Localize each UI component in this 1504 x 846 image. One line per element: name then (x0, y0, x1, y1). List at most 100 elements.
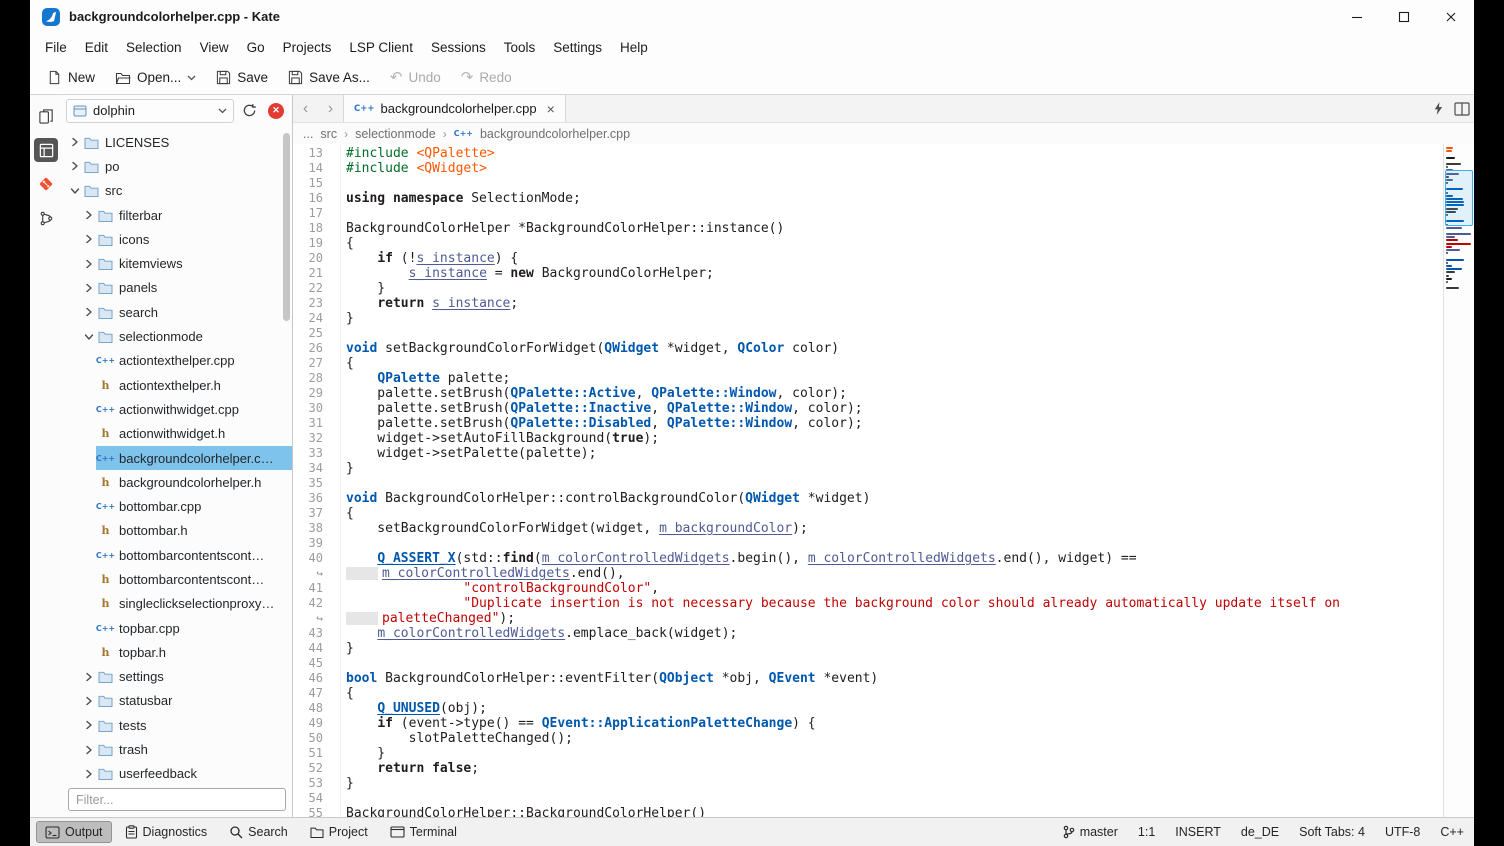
code-line-32[interactable]: 32 widget->setAutoFillBackground(true); (293, 431, 1443, 446)
menu-settings[interactable]: Settings (544, 37, 611, 58)
code-line-26[interactable]: 26void setBackgroundColorForWidget(QWidg… (293, 341, 1443, 356)
history-back-button[interactable]: ‹ (293, 95, 318, 122)
expand-arrow-icon[interactable] (82, 720, 96, 730)
syntax-mode[interactable]: C++ (1440, 825, 1464, 839)
tree-item-selectionmode[interactable]: selectionmode (62, 324, 292, 348)
tree-item-bottombarcontentscont-[interactable]: C++bottombarcontentscont… (62, 543, 292, 567)
code-line-21[interactable]: 21 s_instance = new BackgroundColorHelpe… (293, 266, 1443, 281)
code-line-53[interactable]: 53} (293, 776, 1443, 791)
code-line-15[interactable]: 15 (293, 176, 1443, 191)
collapse-arrow-icon[interactable] (68, 186, 82, 196)
code-line-20[interactable]: 20 if (!s_instance) { (293, 251, 1443, 266)
code-line-54[interactable]: 54 (293, 791, 1443, 806)
code-line-18[interactable]: 18BackgroundColorHelper *BackgroundColor… (293, 221, 1443, 236)
code-line-25[interactable]: 25 (293, 326, 1443, 341)
tree-item-actiontexthelper-cpp[interactable]: C++actiontexthelper.cpp (62, 349, 292, 373)
menu-selection[interactable]: Selection (117, 37, 191, 58)
menu-help[interactable]: Help (611, 37, 657, 58)
menu-lsp-client[interactable]: LSP Client (340, 37, 422, 58)
code-line-41[interactable]: 41 "controlBackgroundColor", (293, 581, 1443, 596)
projects-tool-button[interactable] (34, 138, 58, 162)
open-button[interactable]: Open... (106, 66, 205, 89)
documents-tool-button[interactable] (34, 104, 58, 128)
code-line-28[interactable]: 28 QPalette palette; (293, 371, 1443, 386)
code-line-36[interactable]: 36void BackgroundColorHelper::controlBac… (293, 491, 1443, 506)
code-line-52[interactable]: 52 return false; (293, 761, 1443, 776)
code-line-30[interactable]: 30 palette.setBrush(QPalette::Inactive, … (293, 401, 1443, 416)
menu-projects[interactable]: Projects (274, 37, 341, 58)
save-as-button[interactable]: Save As... (279, 66, 379, 89)
menu-view[interactable]: View (191, 37, 238, 58)
expand-arrow-icon[interactable] (82, 259, 96, 269)
tree-item-src[interactable]: src (62, 179, 292, 203)
code-line-37[interactable]: 37{ (293, 506, 1443, 521)
menu-go[interactable]: Go (238, 37, 274, 58)
panel-button-search[interactable]: Search (220, 821, 297, 843)
tree-item-actionwithwidget-h[interactable]: hactionwithwidget.h (62, 422, 292, 446)
close-button[interactable] (1427, 0, 1474, 33)
tree-item-panels[interactable]: panels (62, 276, 292, 300)
code-line-35[interactable]: 35 (293, 476, 1443, 491)
maximize-button[interactable] (1380, 0, 1427, 33)
code-line-33[interactable]: 33 widget->setPalette(palette); (293, 446, 1443, 461)
expand-arrow-icon[interactable] (68, 137, 82, 147)
dictionary[interactable]: de_DE (1241, 825, 1279, 839)
code-line-19[interactable]: 19{ (293, 236, 1443, 251)
code-line-24[interactable]: 24} (293, 311, 1443, 326)
tree-item-po[interactable]: po (62, 154, 292, 178)
panel-button-diagnostics[interactable]: Diagnostics (116, 821, 217, 843)
expand-arrow-icon[interactable] (82, 696, 96, 706)
expand-arrow-icon[interactable] (82, 234, 96, 244)
tree-item-search[interactable]: search (62, 300, 292, 324)
tree-item-filterbar[interactable]: filterbar (62, 203, 292, 227)
tree-item-userfeedback[interactable]: userfeedback (62, 762, 292, 784)
breadcrumb-item-2[interactable]: selectionmode (355, 127, 436, 141)
code-line-46[interactable]: 46bool BackgroundColorHelper::eventFilte… (293, 671, 1443, 686)
code-line-14[interactable]: 14#include <QWidget> (293, 161, 1443, 176)
code-line-27[interactable]: 27{ (293, 356, 1443, 371)
code-line-49[interactable]: 49 if (event->type() == QEvent::Applicat… (293, 716, 1443, 731)
menu-tools[interactable]: Tools (495, 37, 545, 58)
tree-item-topbar-h[interactable]: htopbar.h (62, 640, 292, 664)
code-line-40-wrap[interactable]: ↪m_colorControlledWidgets.end(), (293, 566, 1443, 581)
code-line-48[interactable]: 48 Q_UNUSED(obj); (293, 701, 1443, 716)
panel-button-project[interactable]: Project (301, 821, 377, 843)
tree-item-actiontexthelper-h[interactable]: hactiontexthelper.h (62, 373, 292, 397)
tab-settings[interactable]: Soft Tabs: 4 (1299, 825, 1365, 839)
cursor-position[interactable]: 1:1 (1138, 825, 1155, 839)
code-line-47[interactable]: 47{ (293, 686, 1443, 701)
code-line-29[interactable]: 29 palette.setBrush(QPalette::Active, QP… (293, 386, 1443, 401)
tree-scrollbar[interactable] (283, 133, 290, 321)
collapse-arrow-icon[interactable] (82, 332, 96, 342)
code-line-44[interactable]: 44} (293, 641, 1443, 656)
breadcrumb-item-3[interactable]: backgroundcolorhelper.cpp (480, 127, 630, 141)
panel-button-output[interactable]: Output (36, 821, 112, 843)
reload-project-button[interactable] (237, 99, 261, 123)
history-forward-button[interactable]: › (318, 95, 343, 122)
git-branch-status[interactable]: master (1063, 825, 1118, 839)
symbols-tool-button[interactable] (34, 206, 58, 230)
code-line-16[interactable]: 16using namespace SelectionMode; (293, 191, 1443, 206)
tree-item-bottombarcontentscont-[interactable]: hbottombarcontentscont… (62, 567, 292, 591)
tree-item-kitemviews[interactable]: kitemviews (62, 251, 292, 275)
filter-input[interactable] (68, 788, 286, 811)
code-line-55[interactable]: 55BackgroundColorHelper::BackgroundColor… (293, 806, 1443, 817)
tree-item-backgroundcolorhelper-c-[interactable]: C++backgroundcolorhelper.c… (62, 446, 292, 470)
expand-arrow-icon[interactable] (82, 769, 96, 779)
code-line-17[interactable]: 17 (293, 206, 1443, 221)
minimize-button[interactable] (1333, 0, 1380, 33)
tree-item-statusbar[interactable]: statusbar (62, 689, 292, 713)
menu-edit[interactable]: Edit (76, 37, 117, 58)
menu-sessions[interactable]: Sessions (422, 37, 495, 58)
save-button[interactable]: Save (207, 66, 277, 89)
code-line-23[interactable]: 23 return s_instance; (293, 296, 1443, 311)
code-line-51[interactable]: 51 } (293, 746, 1443, 761)
code-line-40[interactable]: 40 Q_ASSERT_X(std::find(m_colorControlle… (293, 551, 1443, 566)
code-line-43[interactable]: 43 m_colorControlledWidgets.emplace_back… (293, 626, 1443, 641)
code-line-39[interactable]: 39 (293, 536, 1443, 551)
redo-button[interactable]: ↷Redo (452, 66, 521, 89)
code-line-50[interactable]: 50 slotPaletteChanged(); (293, 731, 1443, 746)
code-line-38[interactable]: 38 setBackgroundColorForWidget(widget, m… (293, 521, 1443, 536)
breadcrumb-item-0[interactable]: ... (303, 127, 313, 141)
code-line-42[interactable]: 42 "Duplicate insertion is not necessary… (293, 596, 1443, 611)
